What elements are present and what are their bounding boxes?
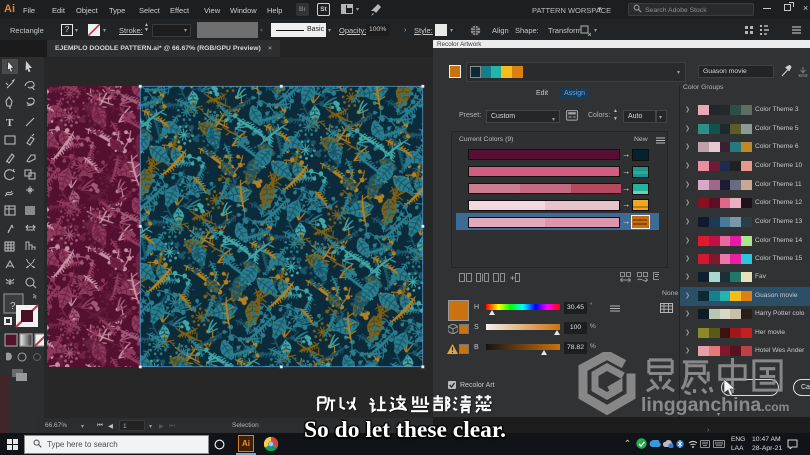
svg-text:?: ? [10,301,16,312]
svg-text:T: T [6,117,14,129]
